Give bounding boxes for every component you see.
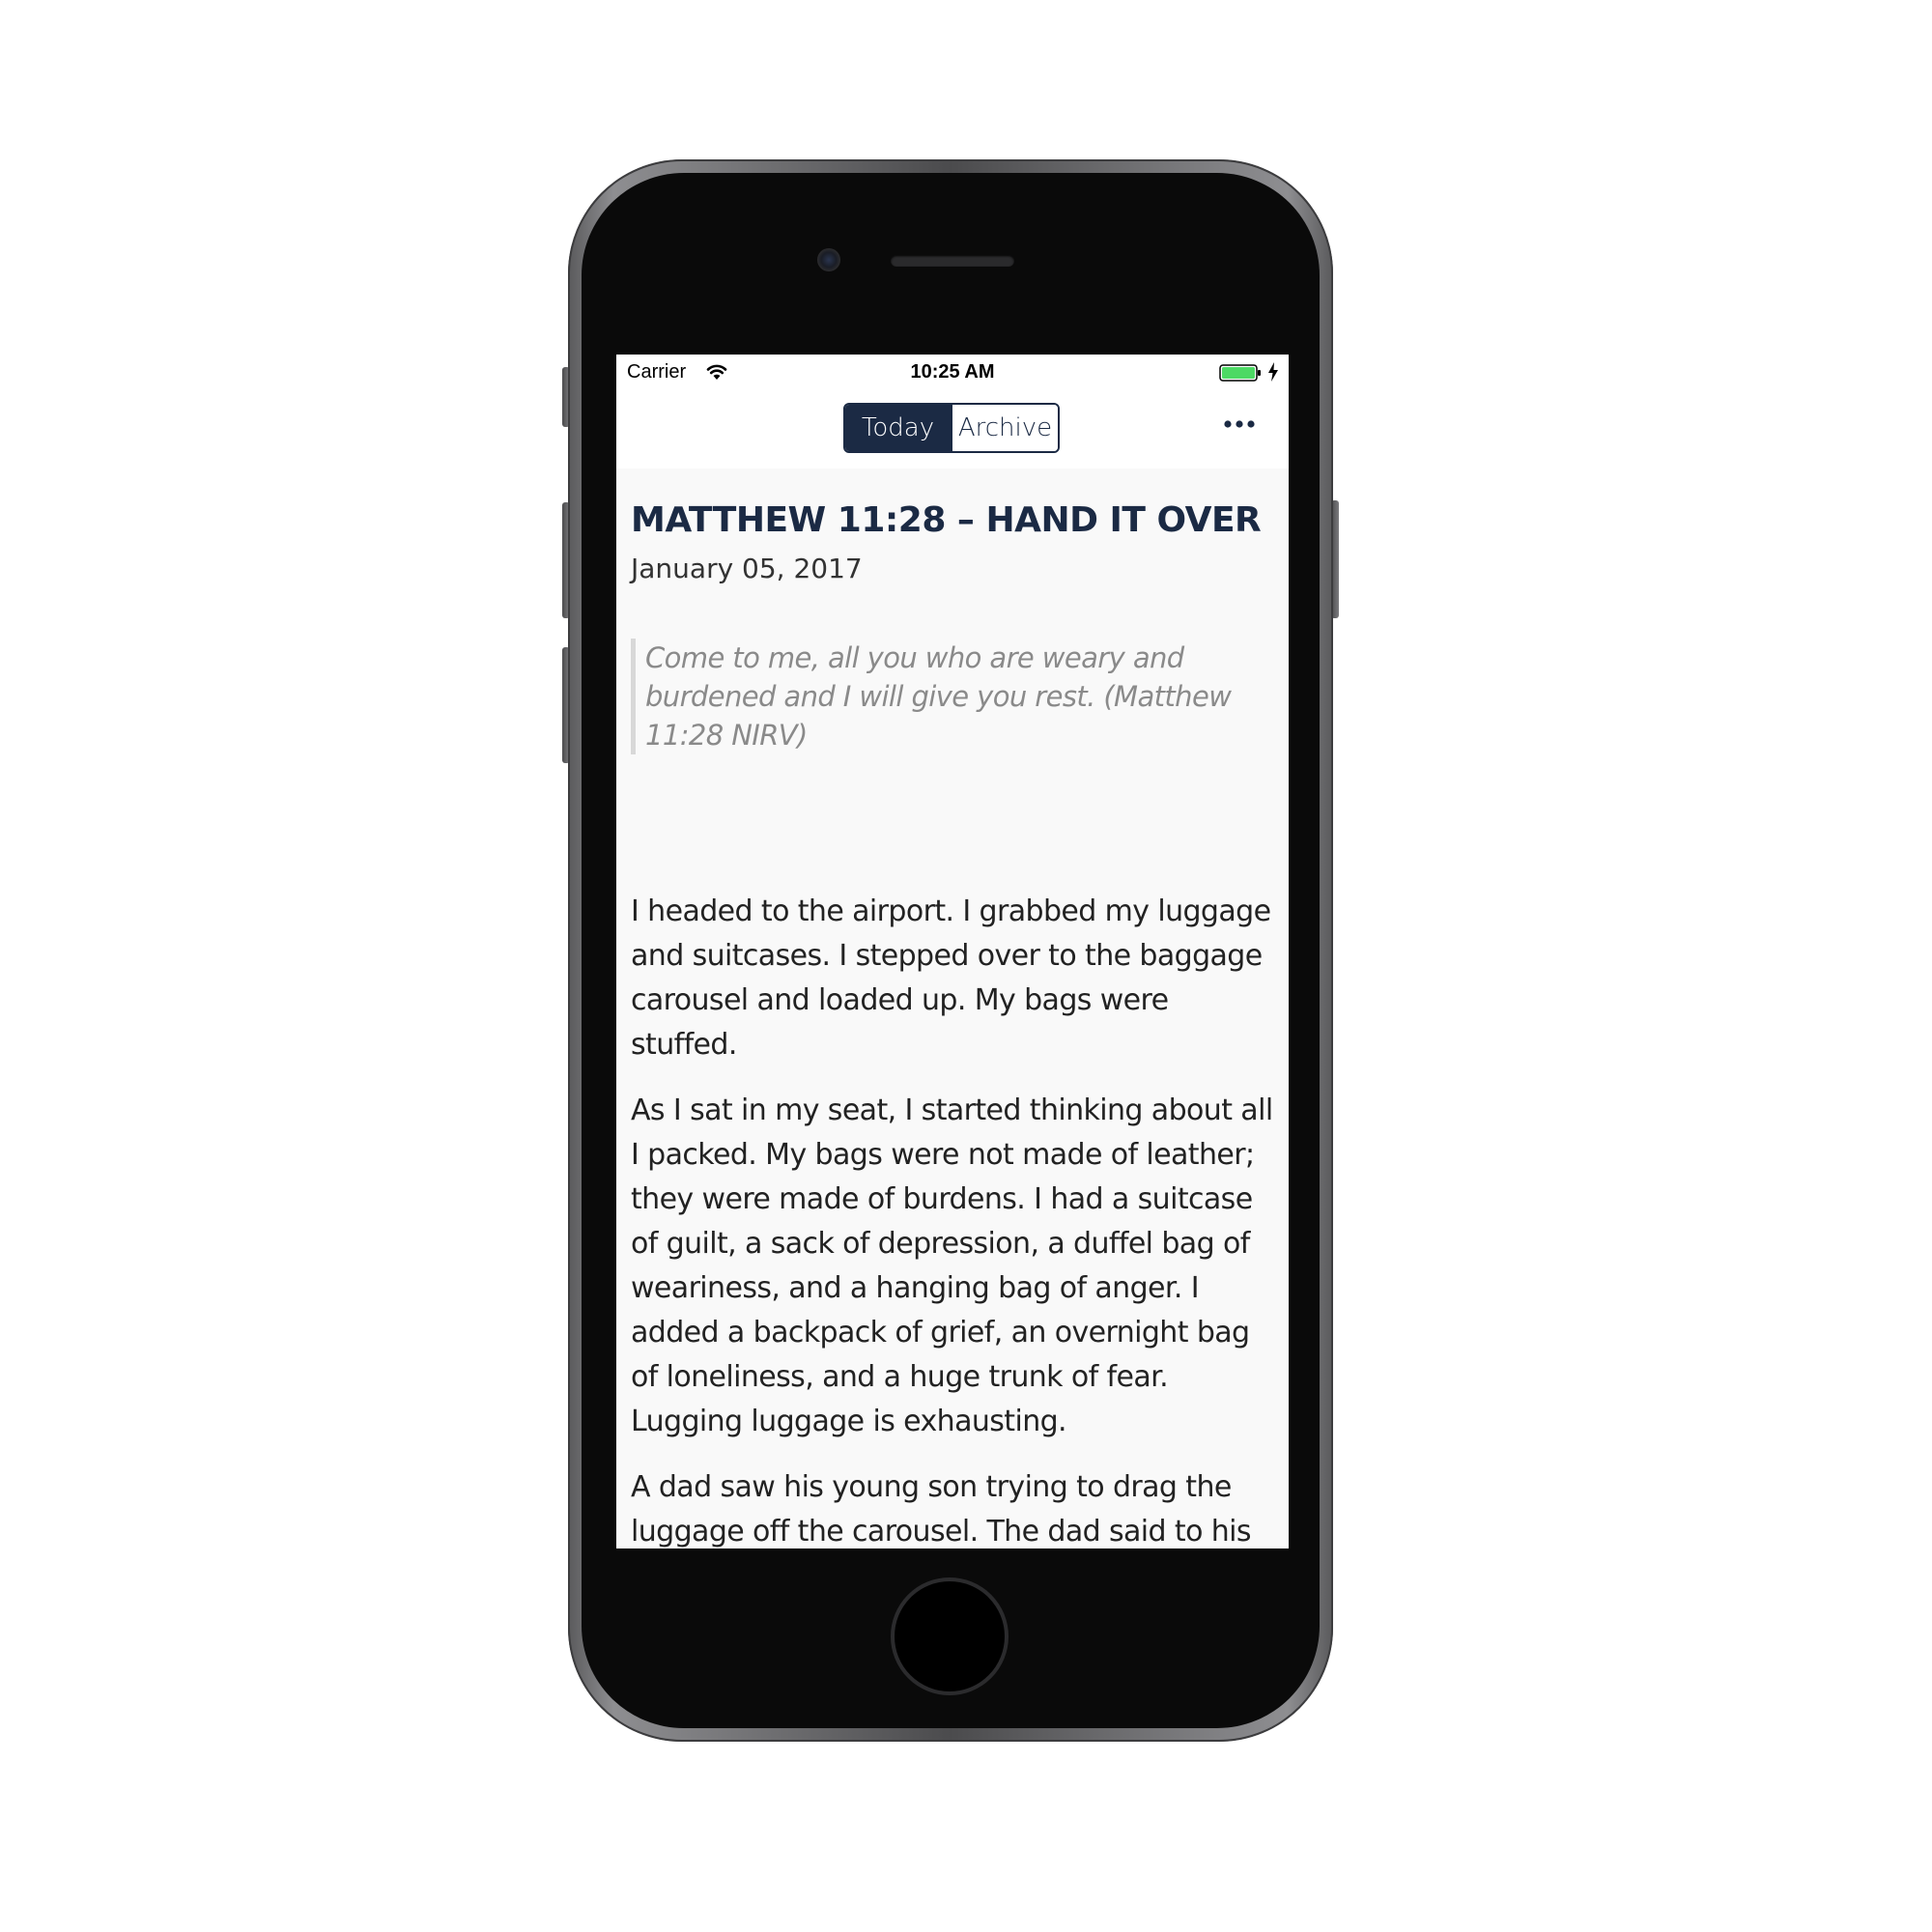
body-paragraph: A dad saw his young son trying to drag t… (631, 1470, 1252, 1548)
devotional-body: I headed to the airport. I grabbed my lu… (631, 890, 1278, 1548)
navigation-bar: Today Archive (616, 391, 1289, 469)
tab-archive[interactable]: Archive (951, 405, 1058, 451)
earpiece-speaker (891, 255, 1014, 267)
ellipsis-icon[interactable] (1223, 418, 1256, 430)
tab-today[interactable]: Today (845, 405, 951, 451)
status-time: 10:25 AM (910, 361, 995, 383)
charging-bolt-icon (1268, 362, 1278, 382)
devotional-content: MATTHEW 11:28 – HAND IT OVER January 05,… (631, 497, 1278, 1548)
battery-icon (1219, 364, 1261, 382)
home-button[interactable] (891, 1577, 1009, 1695)
front-camera (817, 248, 840, 271)
app-screen: Carrier 10:25 AM Today Archive MATTHEW 1… (616, 355, 1289, 1548)
body-paragraph: I headed to the airport. I grabbed my lu… (631, 895, 1271, 1062)
status-bar: Carrier 10:25 AM (616, 355, 1289, 391)
devotional-date: January 05, 2017 (631, 553, 863, 584)
device-mockup: Carrier 10:25 AM Today Archive MATTHEW 1… (0, 0, 1932, 1932)
scripture-quote: Come to me, all you who are weary and bu… (631, 639, 1278, 754)
today-archive-segmented-control: Today Archive (843, 403, 1060, 453)
body-paragraph: As I sat in my seat, I started thinking … (631, 1094, 1273, 1438)
devotional-title: MATTHEW 11:28 – HAND IT OVER (631, 500, 1262, 540)
